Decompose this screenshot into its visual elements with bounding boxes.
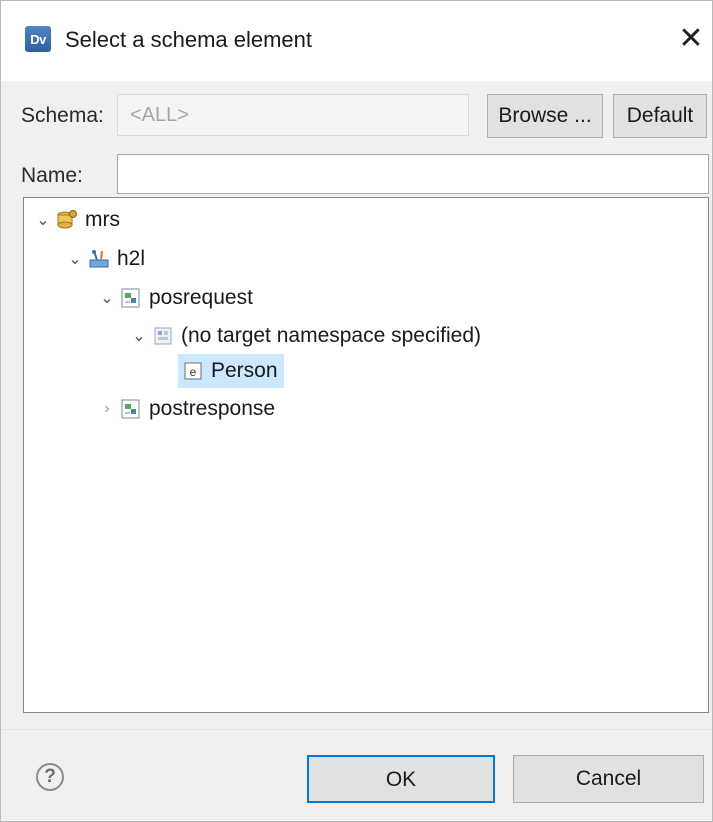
tree-item-label: postresponse [149, 397, 276, 420]
schema-field: <ALL> [117, 94, 469, 136]
ok-button[interactable]: OK [307, 755, 495, 803]
tree-item-label: h2l [117, 247, 146, 270]
chevron-down-icon[interactable]: ⌄ [66, 249, 84, 269]
name-label: Name: [21, 164, 83, 187]
tree-item-person[interactable]: e Person [178, 354, 284, 388]
chevron-down-icon[interactable]: ⌄ [130, 326, 148, 346]
chevron-right-icon[interactable]: › [98, 400, 116, 418]
jar-icon [56, 209, 78, 231]
model-project-icon [88, 248, 110, 270]
dialog-title: Select a schema element [65, 27, 313, 52]
tree-item-postresponse[interactable]: › postresponse [98, 392, 275, 426]
tree-item-h2l[interactable]: ⌄ h2l [66, 242, 145, 276]
default-button[interactable]: Default [613, 94, 707, 138]
namespace-icon [152, 325, 174, 347]
tree-item-posrequest[interactable]: ⌄ posrequest [98, 281, 253, 315]
tree-item-namespace[interactable]: ⌄ (no target namespace specified) [130, 319, 481, 353]
tree-item-label: posrequest [149, 286, 253, 309]
title-bar: Dv Select a schema element ✕ [1, 1, 712, 81]
browse-button[interactable]: Browse ... [487, 94, 603, 138]
tree-item-mrs[interactable]: ⌄ mrs [34, 203, 120, 237]
chevron-down-icon[interactable]: ⌄ [98, 288, 116, 308]
name-input[interactable] [117, 154, 709, 194]
schema-tree[interactable]: ⌄ mrs ⌄ h2l ⌄ posrequest ⌄ (no target na… [23, 197, 709, 713]
select-schema-element-dialog: Dv Select a schema element ✕ Schema: <AL… [0, 0, 713, 822]
chevron-down-icon[interactable]: ⌄ [34, 210, 52, 230]
tree-item-label: (no target namespace specified) [181, 324, 481, 347]
schema-file-icon [120, 398, 142, 420]
help-icon[interactable]: ? [36, 763, 64, 791]
svg-text:e: e [190, 365, 197, 379]
footer-divider [1, 729, 712, 730]
tree-item-label: Person [211, 359, 278, 382]
schema-label: Schema: [21, 104, 104, 127]
close-icon[interactable]: ✕ [673, 19, 709, 59]
schema-file-icon [120, 287, 142, 309]
element-icon: e [182, 360, 204, 382]
cancel-button[interactable]: Cancel [513, 755, 704, 803]
app-icon: Dv [25, 26, 51, 52]
tree-item-label: mrs [85, 208, 120, 231]
